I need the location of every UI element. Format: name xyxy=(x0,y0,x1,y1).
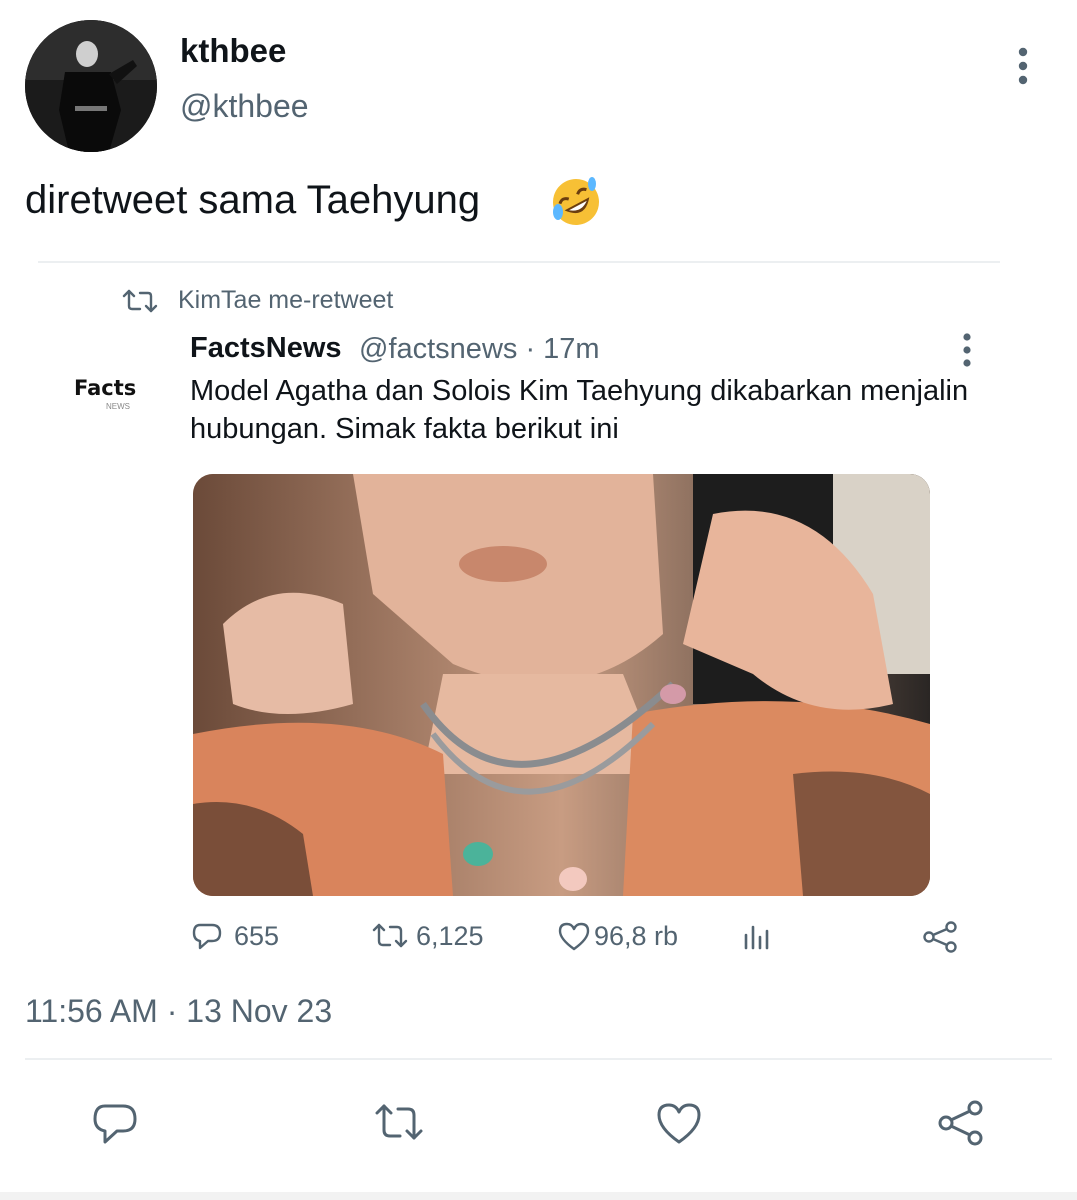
retweet-icon xyxy=(120,288,160,314)
quoted-like-button[interactable]: 96,8 rb xyxy=(556,918,678,954)
rolling-on-floor-laughing-emoji xyxy=(550,176,602,228)
like-button[interactable] xyxy=(654,1098,704,1148)
factsnews-logo[interactable]: Facts NEWS xyxy=(60,370,156,430)
quoted-share-button[interactable] xyxy=(920,918,960,954)
more-options-icon[interactable] xyxy=(1010,46,1036,86)
views-icon xyxy=(744,925,769,950)
avatar[interactable] xyxy=(25,20,157,152)
share-icon xyxy=(938,1100,983,1146)
heart-icon xyxy=(558,922,590,951)
logo-subtext: NEWS xyxy=(106,402,130,411)
quoted-tweet-image[interactable] xyxy=(193,474,930,896)
logo-text: Facts xyxy=(74,376,137,400)
reply-count: 655 xyxy=(234,920,280,951)
quoted-tweet-text: Model Agatha dan Solois Kim Taehyung dik… xyxy=(190,375,969,445)
screen-bottom-edge xyxy=(0,1192,1077,1200)
avatar-photo xyxy=(25,20,157,152)
display-name[interactable]: kthbee xyxy=(180,32,286,70)
portrait-photo xyxy=(193,474,930,896)
retweet-button[interactable] xyxy=(374,1098,424,1148)
reply-button[interactable] xyxy=(90,1098,140,1148)
quoted-display-name[interactable]: FactsNews xyxy=(190,332,342,365)
quoted-reply-button[interactable]: 655 xyxy=(190,918,279,954)
retweet-count: 6,125 xyxy=(416,920,484,951)
quote-divider xyxy=(38,261,1000,263)
heart-icon xyxy=(657,1103,701,1144)
retweet-icon xyxy=(375,1104,423,1140)
action-divider xyxy=(25,1058,1052,1060)
tweet-text: diretweet sama Taehyung xyxy=(25,178,481,222)
like-count: 96,8 rb xyxy=(594,920,679,951)
retweeted-by-label[interactable]: KimTae me-retweet xyxy=(178,286,393,315)
user-handle[interactable]: @kthbee xyxy=(180,88,309,125)
share-button[interactable] xyxy=(936,1098,986,1148)
quoted-views-button[interactable] xyxy=(740,918,774,954)
tweet-timestamp[interactable]: 11:56 AM · 13 Nov 23 xyxy=(25,993,332,1030)
quoted-retweet-button[interactable]: 6,125 xyxy=(370,918,484,954)
reply-icon xyxy=(93,1104,137,1144)
retweet-icon xyxy=(372,923,408,948)
reply-icon xyxy=(192,923,222,950)
share-icon xyxy=(923,921,957,953)
quoted-more-icon[interactable] xyxy=(955,332,979,368)
quoted-handle-time: @factsnews · 17m xyxy=(359,333,600,365)
